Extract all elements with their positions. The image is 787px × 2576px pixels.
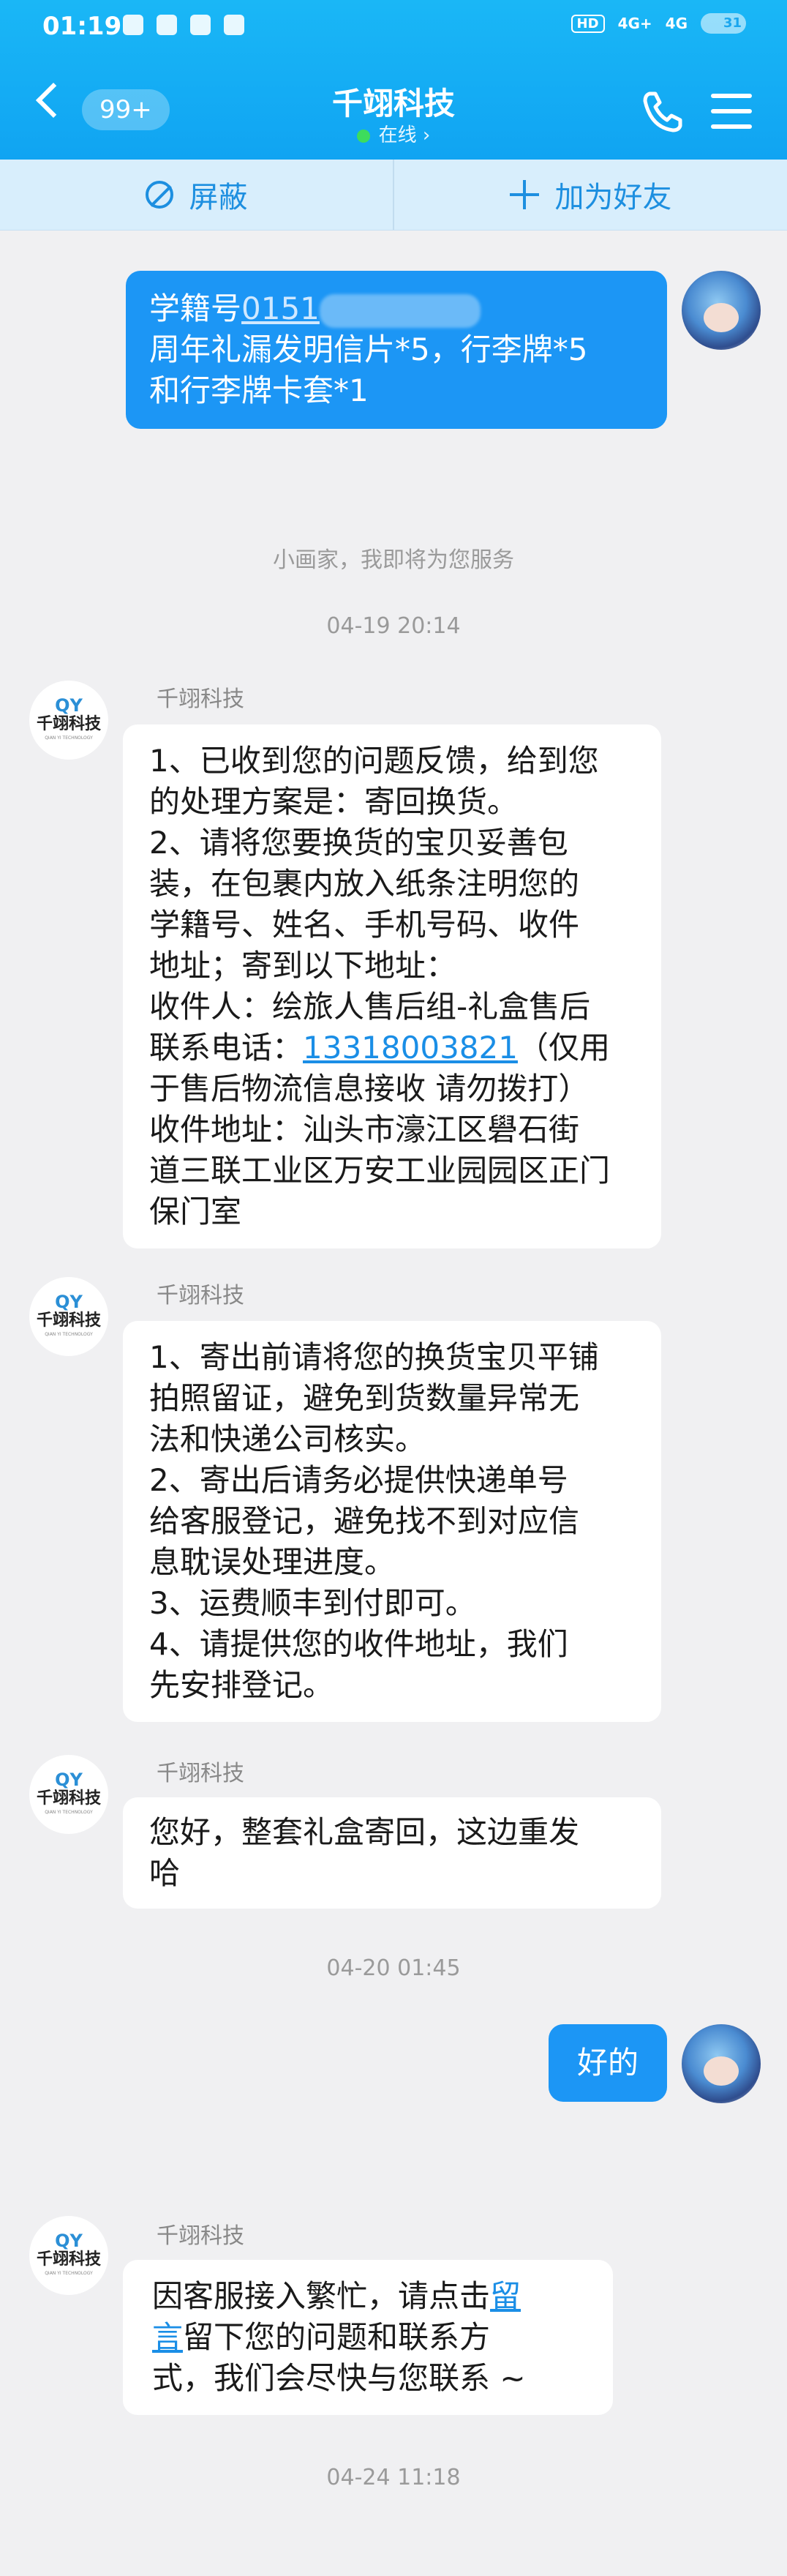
block-icon: [145, 181, 173, 209]
sender-name: 千翊科技: [157, 1283, 244, 1308]
notification-icons: [123, 15, 244, 35]
outgoing-message[interactable]: 好的: [549, 2024, 667, 2102]
agent-avatar[interactable]: QY 千翊科技 QIAN YI TECHNOLOGY: [29, 1755, 108, 1834]
sender-name: 千翊科技: [157, 686, 244, 712]
logo-mark: QY: [55, 2231, 83, 2251]
agent-avatar[interactable]: QY 千翊科技 QIAN YI TECHNOLOGY: [29, 681, 108, 760]
logo-text: 千翊科技: [36, 1311, 101, 1330]
logo-subtext: QIAN YI TECHNOLOGY: [45, 735, 93, 741]
hd-badge: HD: [571, 14, 605, 33]
incoming-message[interactable]: 1、寄出前请将您的换货宝贝平铺 拍照留证，避免到货数量异常无 法和快递公司核实。…: [123, 1321, 661, 1722]
agent-avatar[interactable]: QY 千翊科技 QIAN YI TECHNOLOGY: [29, 1277, 108, 1356]
bilibili-icon: [123, 15, 143, 35]
phone-number-link[interactable]: 13318003821: [303, 1030, 518, 1066]
block-label: 屏蔽: [189, 181, 248, 214]
student-id-text: 0151: [241, 291, 320, 326]
logo-mark: QY: [55, 1770, 83, 1790]
logo-subtext: QIAN YI TECHNOLOGY: [45, 2271, 93, 2276]
menu-icon[interactable]: [711, 94, 752, 129]
agent-avatar[interactable]: QY 千翊科技 QIAN YI TECHNOLOGY: [29, 2216, 108, 2295]
status-bar: 01:19 HD 4G+ 4G 31: [0, 0, 787, 59]
add-friend-label: 加为好友: [554, 181, 672, 214]
incoming-message[interactable]: 1、已收到您的问题反馈，给到您 的处理方案是：寄回换货。 2、请将您要换货的宝贝…: [123, 724, 661, 1248]
plus-icon: [509, 180, 539, 209]
sender-name: 千翊科技: [157, 1761, 244, 1786]
timestamp: 04-19 20:14: [326, 613, 461, 639]
incoming-message[interactable]: 您好，整套礼盒寄回，这边重发 哈: [123, 1797, 661, 1909]
app-icon-2: [224, 15, 244, 35]
user-avatar[interactable]: [682, 271, 761, 350]
logo-text: 千翊科技: [36, 1789, 101, 1808]
outgoing-message[interactable]: 学籍号0151 周年礼漏发明信片*5，行李牌*5 和行李牌卡套*1: [126, 271, 667, 429]
weibo-icon: [157, 15, 177, 35]
battery-icon: 31: [701, 13, 746, 34]
online-dot-icon: [356, 129, 370, 143]
signal-4g-plus: 4G+: [617, 15, 652, 32]
block-button[interactable]: 屏蔽: [0, 160, 393, 230]
message-text: 1、已收到您的问题反馈，给到您 的处理方案是：寄回换货。 2、请将您要换货的宝贝…: [149, 743, 599, 1066]
message-text: 学籍号: [149, 291, 242, 326]
logo-text: 千翊科技: [36, 2250, 101, 2269]
chat-header: 01:19 HD 4G+ 4G 31 99+ 千翊科技 在线 ›: [0, 0, 787, 160]
phone-icon[interactable]: [636, 86, 688, 138]
message-text: 因客服接入繁忙，请点击: [152, 2278, 491, 2314]
timestamp: 04-24 11:18: [326, 2465, 461, 2490]
logo-subtext: QIAN YI TECHNOLOGY: [45, 1332, 93, 1337]
logo-mark: QY: [55, 695, 83, 716]
add-friend-button[interactable]: 加为好友: [394, 160, 787, 230]
sender-name: 千翊科技: [157, 2223, 244, 2249]
online-status-text: 在线 ›: [378, 124, 431, 146]
status-time: 01:19: [42, 12, 122, 41]
status-right: HD 4G+ 4G 31: [571, 13, 746, 34]
timestamp: 04-20 01:45: [326, 1955, 461, 1981]
logo-subtext: QIAN YI TECHNOLOGY: [45, 1810, 93, 1815]
user-avatar[interactable]: [682, 2024, 761, 2103]
action-bar: 屏蔽 加为好友: [0, 160, 787, 231]
app-icon: [190, 15, 211, 35]
incoming-message[interactable]: 因客服接入繁忙，请点击留 言留下您的问题和联系方 式，我们会尽快与您联系 ~: [123, 2260, 613, 2415]
logo-text: 千翊科技: [36, 715, 101, 733]
redacted-blur: [319, 293, 481, 328]
system-notice: 小画家，我即将为您服务: [273, 547, 514, 573]
message-text-rest: 周年礼漏发明信片*5，行李牌*5 和行李牌卡套*1: [149, 332, 588, 408]
signal-4g: 4G: [665, 15, 688, 32]
logo-mark: QY: [55, 1292, 83, 1312]
message-text-rest: 留下您的问题和联系方 式，我们会尽快与您联系 ~: [152, 2319, 526, 2396]
